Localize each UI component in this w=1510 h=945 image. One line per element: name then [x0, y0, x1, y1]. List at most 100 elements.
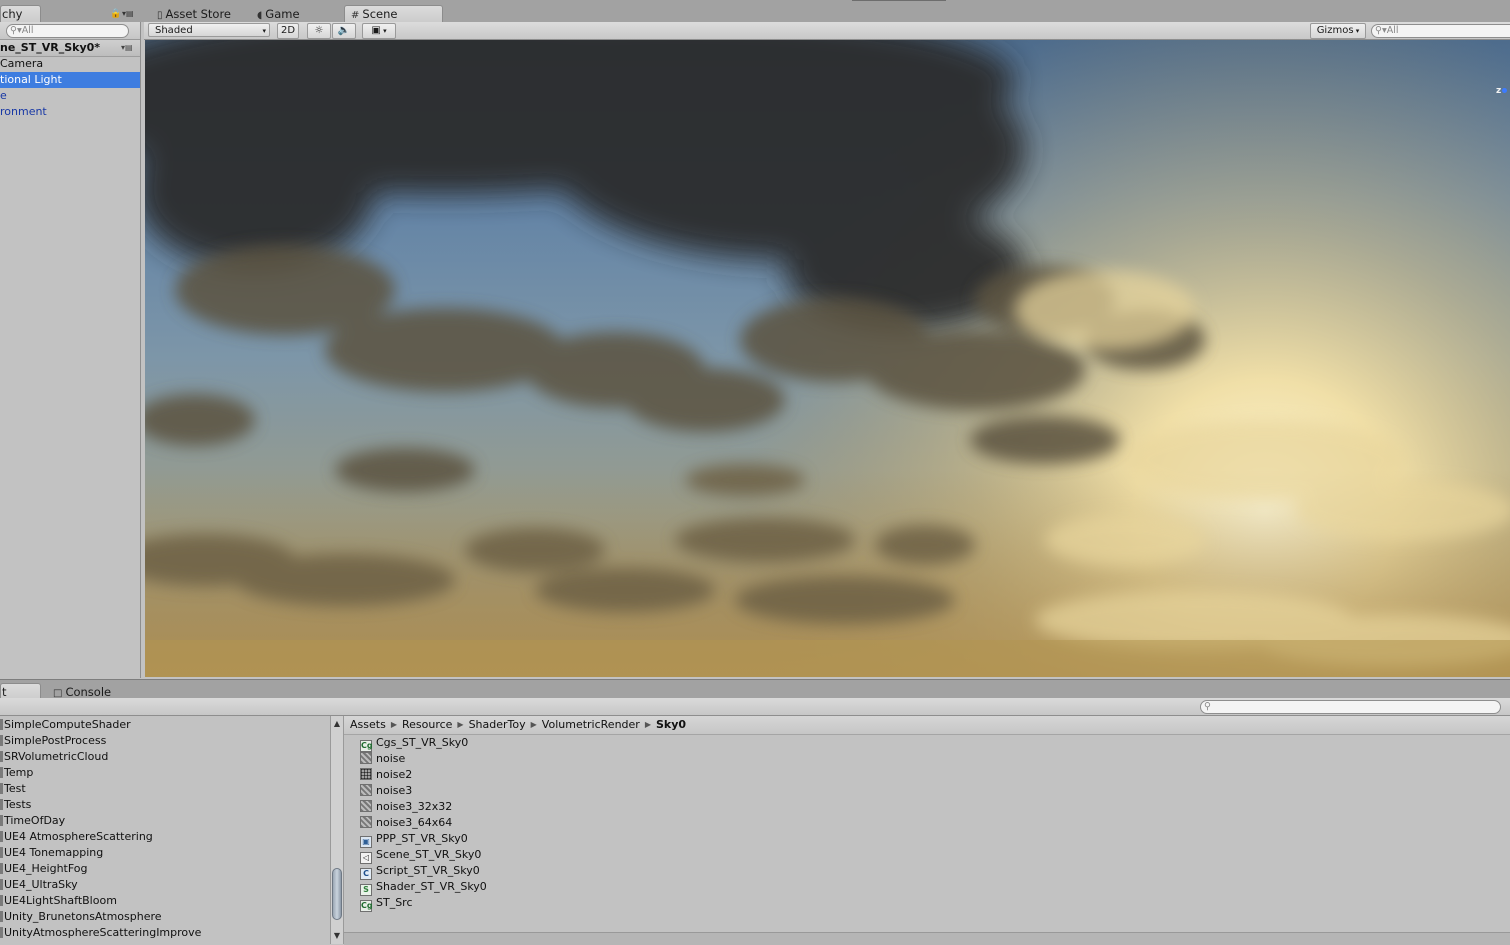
chevron-down-icon: ▾	[262, 27, 266, 35]
2d-toggle-button[interactable]: 2D	[277, 23, 299, 39]
asset-name: Script_ST_VR_Sky0	[376, 864, 480, 877]
breadcrumb-current[interactable]: Sky0	[656, 716, 686, 734]
folder-item[interactable]: UE4 Tonemapping	[0, 845, 328, 861]
project-search-input[interactable]: ⚲	[1200, 700, 1501, 714]
tab-scene[interactable]: # Scene	[344, 5, 443, 23]
gizmo-axis-dot	[1502, 88, 1508, 93]
folder-label: UE4_HeightFog	[4, 862, 88, 875]
texture-icon	[360, 800, 372, 812]
folder-item[interactable]: Unity_BrunetonsAtmosphere	[0, 909, 328, 925]
lock-icon[interactable]: 🔒	[110, 9, 121, 19]
panel-menu-icon[interactable]: ▾▤	[122, 9, 134, 18]
folder-label: Tests	[4, 798, 32, 811]
folder-item[interactable]: SimpleComputeShader	[0, 717, 328, 733]
tab-scene-label: Scene	[362, 7, 398, 21]
breadcrumb-item[interactable]: ShaderToy	[469, 716, 526, 734]
scroll-up-arrow-icon[interactable]: ▲	[331, 718, 343, 730]
asset-name: noise3	[376, 784, 413, 797]
folder-item[interactable]: UE4_UltraSky	[0, 877, 328, 893]
effects-dropdown[interactable]: ▣ ▾	[362, 23, 396, 39]
gizmos-label: Gizmos	[1316, 25, 1354, 36]
folder-item[interactable]: Temp	[0, 765, 328, 781]
folder-icon	[0, 879, 3, 890]
asset-name: noise3_32x32	[376, 800, 453, 813]
texture-icon	[360, 768, 372, 780]
folder-item[interactable]: UE4LightShaftBloom	[0, 893, 328, 909]
folder-label: UnityAtmosphereScatteringImprove	[4, 926, 202, 939]
tab-game-label: Game	[265, 7, 300, 21]
folder-tree-scrollbar[interactable]: ▲ ▼	[330, 716, 344, 944]
hierarchy-scene-header[interactable]: ne_ST_VR_Sky0* ▾▤	[0, 40, 140, 57]
asset-item[interactable]: noise3_64x64	[360, 815, 452, 831]
scene-gizmo-axis[interactable]: z	[1496, 86, 1510, 98]
tab-console-label: Console	[65, 685, 112, 699]
texture-icon	[360, 752, 372, 764]
scene-name: ne_ST_VR_Sky0*	[0, 41, 101, 54]
folder-label: Unity_BrunetonsAtmosphere	[4, 910, 162, 923]
asset-item[interactable]: ◁ Scene_ST_VR_Sky0	[360, 847, 482, 864]
hierarchy-item-label: e	[0, 89, 7, 102]
breadcrumb-item[interactable]: Assets	[350, 716, 386, 734]
sky-render	[145, 40, 1510, 677]
scene-search-input[interactable]: ⚲▾All	[1371, 24, 1510, 38]
breadcrumb-item[interactable]: VolumetricRender	[542, 716, 640, 734]
folder-icon	[0, 927, 3, 938]
audio-toggle-button[interactable]: 🔈	[332, 23, 356, 39]
asset-name: noise3_64x64	[376, 816, 453, 829]
scroll-down-arrow-icon[interactable]: ▼	[331, 930, 343, 942]
lighting-toggle-button[interactable]: ☼	[307, 23, 331, 39]
asset-item[interactable]: S Shader_ST_VR_Sky0	[360, 879, 487, 896]
folder-item[interactable]: UE4_HeightFog	[0, 861, 328, 877]
asset-item[interactable]: noise3_32x32	[360, 799, 452, 815]
hierarchy-item-prefab[interactable]: e	[0, 88, 140, 104]
folder-label: UE4 Tonemapping	[4, 846, 104, 859]
folder-item[interactable]: TimeOfDay	[0, 813, 328, 829]
texture-icon	[360, 816, 372, 828]
hierarchy-search-input[interactable]: ⚲▾All	[6, 24, 129, 38]
tab-asset-store[interactable]: ▯ Asset Store	[150, 5, 248, 23]
asset-name: noise	[376, 752, 406, 765]
scrollbar-thumb[interactable]	[332, 868, 342, 920]
chevron-right-icon: ▶	[644, 720, 651, 729]
asset-list-footer	[344, 932, 1510, 945]
hierarchy-search-placeholder: All	[21, 25, 34, 36]
asset-name: Scene_ST_VR_Sky0	[376, 848, 482, 861]
search-icon: ⚲▾	[10, 25, 22, 36]
cg-include-icon: Cg	[360, 900, 373, 912]
chevron-right-icon: ▶	[530, 720, 537, 729]
search-icon: ⚲	[1204, 701, 1211, 712]
hierarchy-item-camera[interactable]: Camera	[0, 56, 140, 72]
asset-item[interactable]: noise2	[360, 767, 412, 783]
gizmos-dropdown[interactable]: Gizmos ▾	[1310, 23, 1366, 39]
folder-icon	[0, 895, 3, 906]
asset-item[interactable]: noise	[360, 751, 405, 767]
folder-item[interactable]: UE4 AtmosphereScattering	[0, 829, 328, 845]
folder-item[interactable]: Tests	[0, 797, 328, 813]
asset-item[interactable]: Cg ST_Src	[360, 895, 413, 912]
asset-item[interactable]: Cg Cgs_ST_VR_Sky0	[360, 735, 468, 752]
scene-menu-icon[interactable]: ▾▤	[121, 40, 133, 56]
folder-label: UE4 AtmosphereScattering	[4, 830, 153, 843]
folder-item[interactable]: Test	[0, 781, 328, 797]
tab-hierarchy[interactable]: chy	[0, 5, 41, 23]
hierarchy-item-directional-light[interactable]: tional Light	[0, 72, 140, 88]
scene-viewport[interactable]: z	[145, 40, 1510, 677]
hierarchy-item-label: tional Light	[0, 73, 62, 86]
shopping-bag-icon: ▯	[157, 10, 163, 21]
asset-name: Shader_ST_VR_Sky0	[376, 880, 487, 893]
breadcrumb-item[interactable]: Resource	[402, 716, 452, 734]
hierarchy-item-environment[interactable]: ronment	[0, 104, 140, 120]
folder-item[interactable]: UnityAtmosphereScatteringImprove	[0, 925, 328, 941]
hierarchy-toolbar: ⚲▾All	[0, 22, 140, 40]
folder-item[interactable]: SRVolumetricCloud	[0, 749, 328, 765]
folder-label: Temp	[4, 766, 34, 779]
folder-item[interactable]: SimplePostProcess	[0, 733, 328, 749]
asset-item[interactable]: noise3	[360, 783, 412, 799]
folder-label: SimpleComputeShader	[4, 718, 131, 731]
asset-item[interactable]: ▣ PPP_ST_VR_Sky0	[360, 831, 468, 848]
folder-icon	[0, 735, 3, 746]
asset-item[interactable]: C Script_ST_VR_Sky0	[360, 863, 480, 880]
shading-mode-dropdown[interactable]: Shaded ▾	[148, 23, 270, 37]
top-tab-strip: chy 🔒 ▾▤ ▯ Asset Store ◖ Game # Scene	[0, 0, 1510, 23]
tab-game[interactable]: ◖ Game	[250, 5, 328, 23]
